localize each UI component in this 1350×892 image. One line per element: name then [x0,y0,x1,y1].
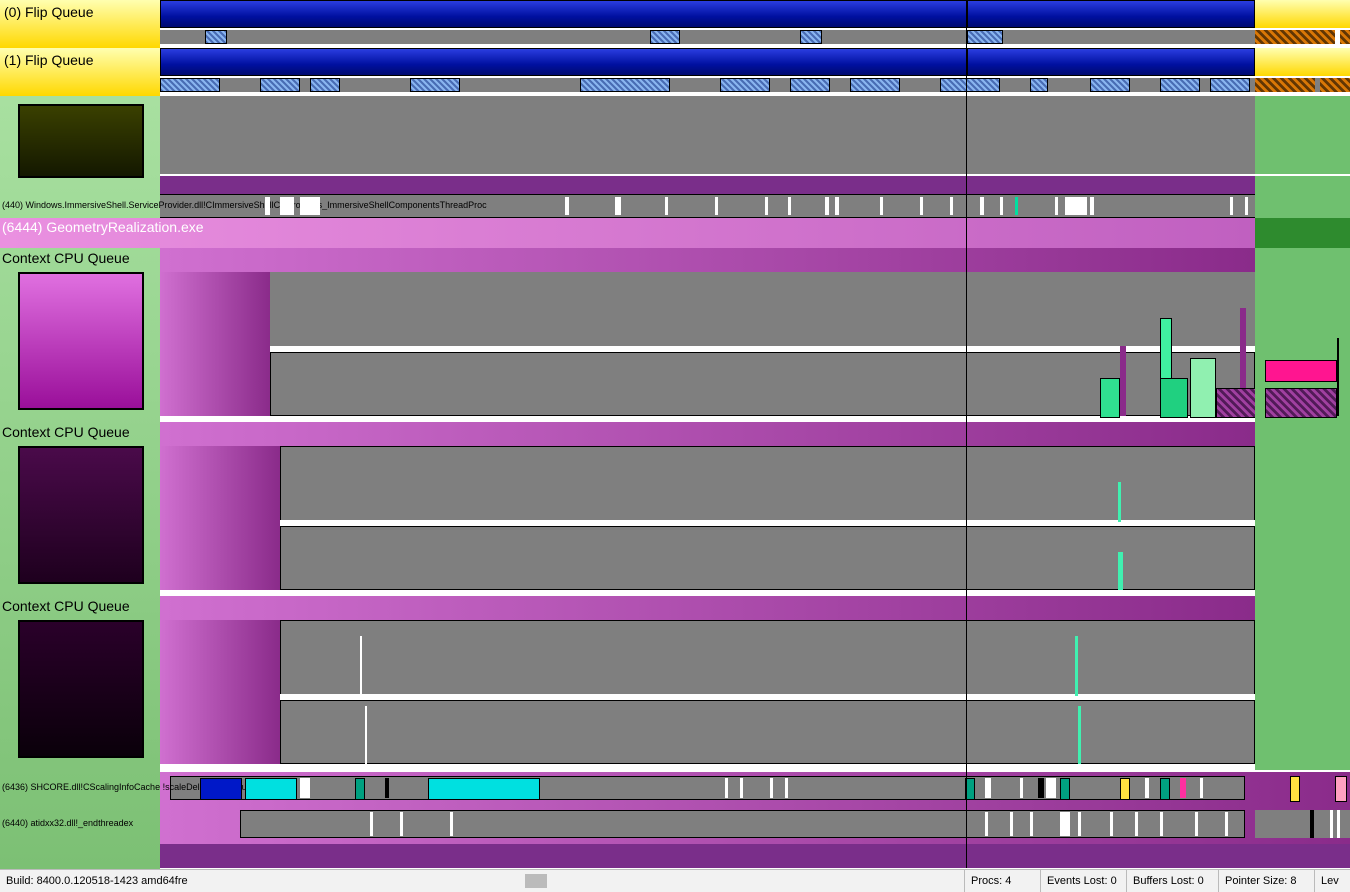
process-6444-label: (6444) GeometryRealization.exe [2,219,204,235]
ctx3-label: Context CPU Queue [2,598,130,614]
thread-6440-row[interactable]: (6440) atidxx32.dll!_endthreadex [0,804,1350,844]
status-bar: Build: 8400.0.120518-1423 amd64fre Procs… [0,869,1350,892]
thread-6436-row[interactable]: (6436) SHCORE.dll!CScalingInfoCache !sca… [0,772,1350,804]
thread-440-row[interactable]: (440) Windows.ImmersiveShell.ServiceProv… [0,194,1350,218]
status-buffers-lost: Buffers Lost: 0 [1126,870,1229,892]
ctx-cpu-queue-1[interactable]: Context CPU Queue [0,248,1350,422]
ctx2-label: Context CPU Queue [2,424,130,440]
upper-gray-block[interactable] [0,96,1350,174]
status-lev: Lev [1314,870,1350,892]
swatch-darkpurple [18,446,144,584]
status-build: Build: 8400.0.120518-1423 amd64fre [0,870,194,892]
ctx-cpu-queue-2[interactable]: Context CPU Queue [0,422,1350,596]
thread-6440-label: (6440) atidxx32.dll!_endthreadex [2,818,133,828]
ctx-cpu-queue-3[interactable]: Context CPU Queue [0,596,1350,770]
flip-queue-1-label-panel: (1) Flip Queue [0,48,160,96]
flip-queue-0-label-panel: (0) Flip Queue [0,0,160,48]
time-cursor[interactable] [966,0,967,868]
status-grip[interactable] [525,874,547,888]
status-pointer-size: Pointer Size: 8 [1218,870,1325,892]
flip-queue-1-timeline[interactable] [160,48,1350,96]
flip-queue-0-label: (0) Flip Queue [4,4,93,20]
process-6444-header[interactable]: (6444) GeometryRealization.exe [0,218,1350,248]
status-events-lost: Events Lost: 0 [1040,870,1137,892]
swatch-magenta [18,272,144,410]
bottom-purple-strip [0,844,1350,868]
upper-purple-stripe[interactable] [0,176,1350,194]
swatch-dpurple2 [18,620,144,758]
flip-queue-0-row[interactable]: (0) Flip Queue [0,0,1350,48]
flip-queue-1-row[interactable]: (1) Flip Queue [0,48,1350,96]
ctx1-label: Context CPU Queue [2,250,130,266]
flip-queue-0-timeline[interactable] [160,0,1350,48]
status-procs: Procs: 4 [964,870,1051,892]
flip-queue-1-label: (1) Flip Queue [4,52,93,68]
